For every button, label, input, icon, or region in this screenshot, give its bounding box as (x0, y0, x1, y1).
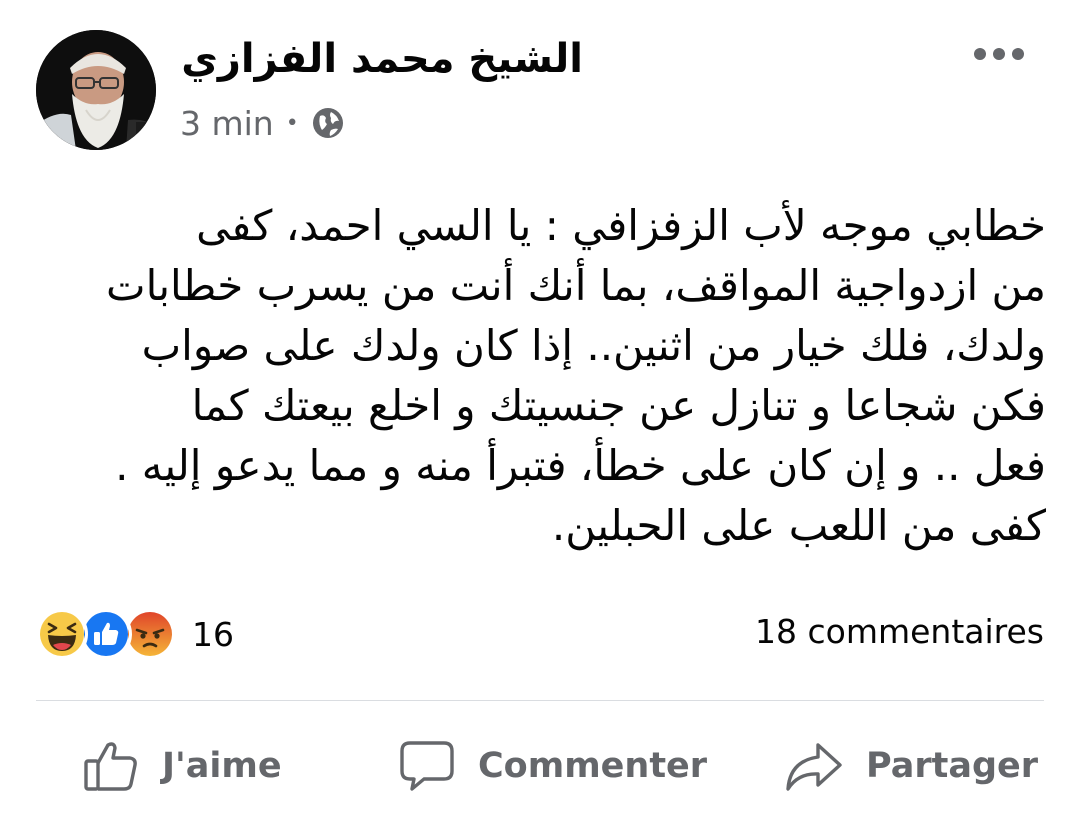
post-text-line: فعل .. و إن كان على خطأ، فتبرأ منه و مما… (115, 441, 1046, 490)
post-meta: 3 min • (180, 100, 345, 146)
share-button[interactable]: Partager (784, 732, 1038, 800)
reactions-summary[interactable]: 16 (36, 608, 234, 660)
more-options-icon[interactable] (972, 42, 1026, 66)
globe-icon (311, 106, 345, 140)
meta-separator: • (285, 110, 299, 136)
thumbs-up-icon (82, 737, 140, 795)
comments-count[interactable]: 18 commentaires (755, 612, 1044, 651)
author-avatar[interactable] (36, 30, 156, 150)
comment-button[interactable]: Commenter (398, 732, 707, 800)
post-text-line: ولدك، فلك خيار من اثنين.. إذا كان ولدك ع… (141, 321, 1046, 370)
like-button[interactable]: J'aime (82, 732, 282, 800)
post-text-line: فكن شجاعا و تنازل عن جنسيتك و اخلع بيعتك… (191, 381, 1046, 430)
post-text: خطابي موجه لأب الزفزافي : يا السي احمد، … (38, 196, 1046, 556)
post-text-line: كفى من اللعب على الحبلين. (551, 501, 1046, 550)
post-text-line: خطابي موجه لأب الزفزافي : يا السي احمد، … (196, 201, 1046, 250)
like-label: J'aime (162, 746, 282, 786)
share-label: Partager (866, 746, 1038, 786)
share-arrow-icon (784, 737, 844, 795)
post-text-line: من ازدواجية المواقف، بما أنك أنت من يسرب… (106, 261, 1046, 310)
reaction-icons (36, 608, 176, 660)
comment-icon (398, 737, 456, 795)
author-name[interactable]: الشيخ محمد الفزازي (181, 36, 583, 82)
post-timestamp[interactable]: 3 min (180, 104, 274, 143)
facebook-post: الشيخ محمد الفزازي 3 min • خطابي موجه لأ… (0, 0, 1080, 824)
comment-label: Commenter (478, 746, 708, 786)
reaction-count: 16 (192, 614, 234, 654)
divider (36, 700, 1044, 701)
haha-icon (36, 608, 88, 660)
